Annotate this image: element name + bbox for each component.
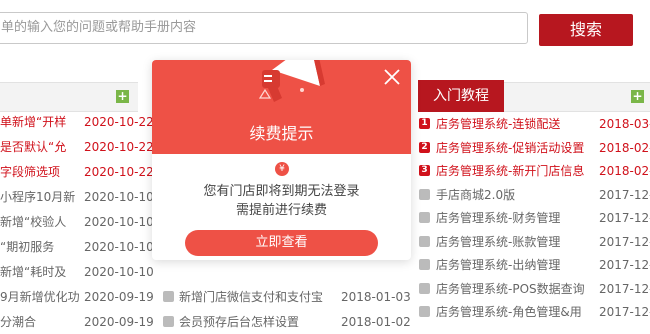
modal-message-line2: 需提前进行续费 [235, 203, 327, 218]
list-item[interactable]: 店务管理系统-POS数据查询 2017-12- [419, 277, 650, 301]
list-item[interactable]: 单新增“开样 2020-10-22 [0, 110, 154, 134]
list-item[interactable]: 店务管理系统-账款管理 2017-12- [419, 230, 650, 254]
list-item[interactable]: 店务管理系统-出纳管理 2017-12- [419, 253, 650, 277]
plus-icon[interactable]: + [631, 90, 644, 103]
list-item-title[interactable]: 9月新增优化功 [0, 285, 80, 309]
list-item[interactable]: 字段筛选项 2020-10-22 [0, 160, 154, 184]
rank-badge [419, 306, 430, 317]
list-item-date: 2018-02- [599, 164, 650, 178]
list-item-title[interactable]: 分潮合 [0, 310, 80, 334]
list-item-date: 2020-10-22 [84, 140, 154, 154]
list-item-date: 2020-09-19 [84, 315, 154, 329]
rank-badge [419, 235, 430, 247]
list-item[interactable]: 1 店务管理系统-连锁配送 2018-03- [419, 112, 650, 136]
list-item-date: 2017-12- [599, 187, 650, 202]
list-item[interactable]: 店务管理系统-角色管理&用 2017-12- [419, 300, 650, 324]
list-item-title[interactable]: 会员预存后台怎样设置 [179, 310, 339, 334]
close-icon[interactable] [383, 68, 401, 86]
list-item[interactable]: 会员预存后台怎样设置 2018-01-02 [163, 310, 413, 334]
list-item[interactable]: 新增“校验人 2020-10-10 [0, 210, 154, 234]
list-item-date: 2018-03- [599, 117, 650, 131]
list-item-title[interactable]: 新增门店微信支付和支付宝 [179, 285, 339, 309]
list-item[interactable]: 手店商城2.0版 2017-12- [419, 183, 650, 207]
yen-icon: ¥ [275, 162, 289, 176]
list-item-title[interactable]: 新增“校验人 [0, 210, 80, 234]
rank-badge [419, 188, 430, 200]
list-item-date: 2020-09-19 [84, 290, 154, 304]
list-item-date: 2017-12- [599, 258, 650, 272]
list-item[interactable]: 是否默认“允 2020-10-22 [0, 135, 154, 159]
list-item-date: 2017-12- [599, 211, 650, 225]
list-item-date: 2017-12- [599, 305, 650, 319]
list-item-title[interactable]: 店务管理系统-连锁配送 [436, 112, 602, 136]
list-item-title[interactable]: 店务管理系统-出纳管理 [436, 253, 602, 277]
list-item[interactable]: “期初服务 2020-10-10 [0, 235, 154, 259]
megaphone-icon [258, 60, 325, 102]
list-item-date: 2017-12- [599, 281, 650, 296]
list-item-title[interactable]: 手店商城2.0版 [436, 183, 602, 207]
list-item[interactable]: 3 店务管理系统-新开门店信息 2018-02- [419, 159, 650, 183]
list-item[interactable]: 2 店务管理系统-促销活动设置 2018-02- [419, 136, 650, 160]
rank-badge: 1 [419, 118, 430, 129]
list-item-title[interactable]: 店务管理系统-新开门店信息 [436, 159, 602, 183]
rank-badge [419, 259, 430, 270]
plus-icon[interactable]: + [116, 90, 129, 103]
search-button[interactable]: 搜索 [539, 14, 633, 46]
list-item[interactable]: 分潮合 2020-09-19 [0, 310, 154, 334]
list-item-date: 2020-10-22 [84, 165, 154, 179]
list-item-title[interactable]: “期初服务 [0, 235, 80, 259]
list-item[interactable]: 新增门店微信支付和支付宝 2018-01-03 [163, 285, 413, 309]
list-item-date: 2018-01-02 [341, 315, 411, 329]
view-now-button[interactable]: 立即查看 [185, 230, 378, 256]
list-item-date: 2020-10-22 [84, 115, 154, 129]
list-item-date: 2020-10-10 [84, 190, 154, 204]
list-item-date: 2017-12- [599, 234, 650, 249]
list-item[interactable]: 新增“耗时及 2020-10-10 [0, 260, 154, 284]
list-item-date: 2020-10-10 [84, 240, 154, 254]
list-item[interactable]: 小程序10月新 2020-10-10 [0, 185, 154, 209]
list-item-title[interactable]: 店务管理系统-POS数据查询 [436, 277, 602, 301]
list-item-date: 2020-10-10 [84, 265, 154, 279]
list-item-title[interactable]: 字段筛选项 [0, 160, 80, 184]
bullet-icon [163, 291, 174, 302]
modal-message-line1: 您有门店即将到期无法登录 [203, 184, 360, 199]
list-item-title[interactable]: 店务管理系统-促销活动设置 [436, 136, 602, 160]
rank-badge: 3 [419, 165, 430, 176]
renewal-modal: 续费提示 ¥ 您有门店即将到期无法登录 需提前进行续费 立即查看 [152, 60, 411, 260]
list-item-title[interactable]: 新增“耗时及 [0, 260, 80, 284]
modal-title: 续费提示 [249, 124, 314, 143]
list-item[interactable]: 店务管理系统-财务管理 2017-12- [419, 206, 650, 230]
rank-badge: 2 [419, 141, 430, 153]
rank-badge [419, 212, 430, 223]
list-item-title[interactable]: 小程序10月新 [0, 185, 80, 209]
list-item[interactable]: 9月新增优化功 2020-09-19 [0, 285, 154, 309]
list-item-date: 2018-01-03 [341, 290, 411, 304]
list-item-date: 2018-02- [599, 140, 650, 155]
modal-header: 续费提示 [152, 60, 411, 154]
search-input[interactable]: 单的输入您的问题或帮助手册内容 [0, 12, 528, 44]
list-item-title[interactable]: 店务管理系统-账款管理 [436, 230, 602, 254]
rank-badge [419, 282, 430, 294]
modal-message: 您有门店即将到期无法登录 需提前进行续费 [152, 182, 411, 220]
list-item-title[interactable]: 店务管理系统-角色管理&用 [436, 300, 602, 324]
list-item-title[interactable]: 单新增“开样 [0, 110, 80, 134]
list-item-title[interactable]: 店务管理系统-财务管理 [436, 206, 602, 230]
tab-intro-tutorial[interactable]: 入门教程 [418, 80, 504, 112]
bullet-icon [163, 316, 174, 327]
list-item-title[interactable]: 是否默认“允 [0, 135, 80, 159]
list-item-date: 2020-10-10 [84, 215, 154, 229]
